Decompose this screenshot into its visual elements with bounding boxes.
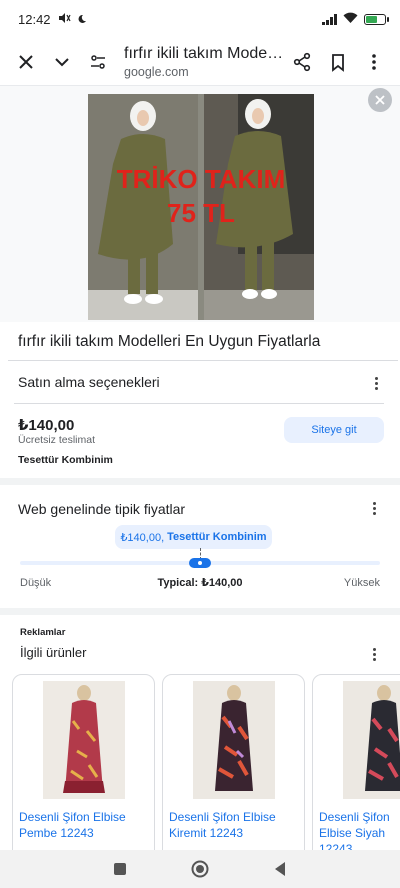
product-image-area: TRİKO TAKIM 75 TL <box>0 86 400 322</box>
section-separator <box>0 608 400 615</box>
related-product-name[interactable]: Desenli Şifon Elbise Kiremit 12243 <box>169 809 301 841</box>
status-bar: 12:42 <box>0 0 400 38</box>
back-triangle-icon <box>275 862 285 876</box>
purchase-options-heading: Satın alma seçenekleri <box>18 374 160 390</box>
price-slider-knob[interactable] <box>189 558 211 568</box>
url-display[interactable]: fırfır ikili takım Modelleri En Uygun Fi… <box>116 45 284 79</box>
divider <box>14 403 384 404</box>
typical-price-label: Typical: ₺140,00 <box>157 577 243 589</box>
related-products-heading: İlgili ürünler <box>20 645 87 660</box>
mute-icon <box>57 12 71 27</box>
tune-icon <box>91 55 105 69</box>
offer-price: ₺140,00 <box>18 417 75 434</box>
square-icon <box>114 863 126 875</box>
share-button[interactable] <box>284 44 320 80</box>
more-options-button[interactable] <box>356 44 392 80</box>
seller-name[interactable]: Tesettür Kombinim <box>18 454 113 466</box>
visit-site-button[interactable]: Siteye git <box>284 417 384 443</box>
section-separator <box>0 478 400 485</box>
recents-button[interactable] <box>108 857 132 881</box>
back-button[interactable] <box>268 857 292 881</box>
bookmark-button[interactable] <box>320 44 356 80</box>
page-title: fırfır ikili takım Modelleri En Uygun Fi… <box>124 45 284 62</box>
tooltip-seller: Tesettür Kombinim <box>167 531 267 543</box>
bookmark-icon <box>332 54 344 72</box>
moon-icon <box>77 12 87 27</box>
price-tooltip: ₺140,00, Tesettür Kombinim <box>115 525 272 549</box>
product-thumbnail <box>343 681 400 799</box>
page-info-button[interactable] <box>80 44 116 80</box>
related-product-card[interactable]: Desenli Şifon Elbise Siyah 12243 <box>312 674 400 864</box>
shipping-info: Ücretsiz teslimat <box>18 434 96 446</box>
overlay-text-line2: 75 TL <box>167 198 235 228</box>
battery-icon <box>364 13 389 25</box>
signal-icon <box>322 13 337 25</box>
related-product-card[interactable]: Desenli Şifon Elbise Pembe 12243 <box>12 674 155 864</box>
system-nav-bar <box>0 850 400 888</box>
share-icon <box>293 52 311 72</box>
close-icon <box>375 95 385 105</box>
typical-prices-menu-button[interactable] <box>364 498 384 518</box>
home-button[interactable] <box>188 857 212 881</box>
product-thumbnail <box>193 681 275 799</box>
product-photo[interactable]: TRİKO TAKIM 75 TL <box>88 94 314 320</box>
divider <box>8 360 398 361</box>
product-thumbnail <box>43 681 125 799</box>
high-price-label: Yüksek <box>343 577 380 589</box>
purchase-options-menu-button[interactable] <box>366 373 386 393</box>
related-menu-button[interactable] <box>364 644 384 664</box>
expand-button[interactable] <box>44 44 80 80</box>
product-title[interactable]: fırfır ikili takım Modelleri En Uygun Fi… <box>18 333 320 351</box>
chevron-down-icon <box>55 58 69 67</box>
more-vert-icon <box>372 54 376 70</box>
close-tab-button[interactable] <box>8 44 44 80</box>
wifi-icon <box>343 12 358 27</box>
related-product-name[interactable]: Desenli Şifon Elbise Pembe 12243 <box>19 809 151 841</box>
close-preview-button[interactable] <box>368 88 392 112</box>
ads-label: Reklamlar <box>20 627 66 638</box>
page-host: google.com <box>124 65 189 79</box>
overlay-text-line1: TRİKO TAKIM <box>117 164 286 194</box>
browser-url-bar: fırfır ikili takım Modelleri En Uygun Fi… <box>0 38 400 86</box>
home-circle-icon <box>191 860 209 878</box>
related-product-card[interactable]: Desenli Şifon Elbise Kiremit 12243 <box>162 674 305 864</box>
tooltip-price: ₺140,00, <box>120 531 165 544</box>
status-time: 12:42 <box>18 11 51 27</box>
typical-prices-heading: Web genelinde tipik fiyatlar <box>18 501 186 517</box>
close-icon <box>19 55 33 69</box>
